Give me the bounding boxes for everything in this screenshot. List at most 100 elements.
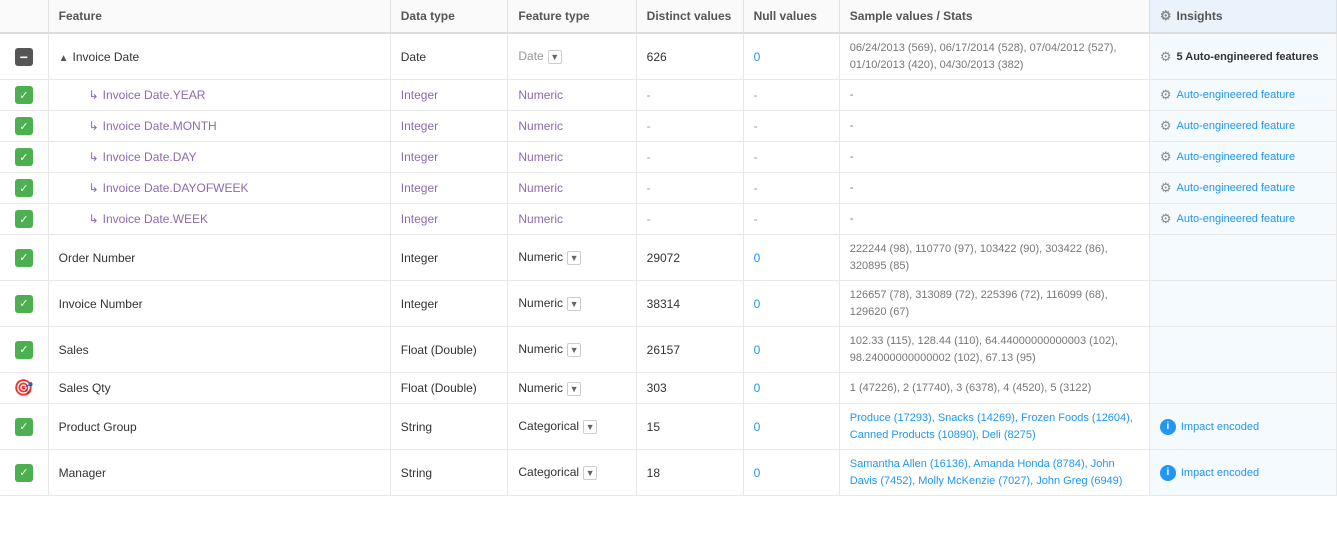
feature-name-cell: Order Number — [48, 235, 390, 281]
featuretype-cell[interactable]: Numeric — [508, 142, 636, 173]
checkbox-cell[interactable]: 🎯 — [0, 373, 48, 404]
null-value: - — [754, 88, 758, 102]
checkbox-cell[interactable]: ✓ — [0, 404, 48, 450]
datatype-cell: Integer — [390, 142, 508, 173]
insights-cell: ⚙Auto-engineered feature — [1149, 173, 1336, 204]
null-value: 0 — [754, 381, 761, 395]
distinct-values-cell: - — [636, 111, 743, 142]
featuretype-cell[interactable]: Numeric — [508, 173, 636, 204]
distinct-values-cell: 26157 — [636, 327, 743, 373]
featuretype-dropdown[interactable]: ▼ — [567, 297, 581, 311]
table-row: ✓Invoice NumberIntegerNumeric▼3831401266… — [0, 281, 1337, 327]
column-header-checkbox — [0, 0, 48, 33]
null-value: - — [754, 212, 758, 226]
distinct-values-cell: 303 — [636, 373, 743, 404]
featuretype-dropdown[interactable]: ▼ — [583, 420, 597, 434]
insights-text: Auto-engineered feature — [1177, 213, 1296, 225]
feature-checkbox[interactable]: ✓ — [15, 295, 33, 313]
sample-text: - — [850, 182, 854, 194]
checkbox-cell[interactable]: ✓ — [0, 204, 48, 235]
column-header-datatype: Data type — [390, 0, 508, 33]
checkbox-cell[interactable]: ✓ — [0, 450, 48, 496]
null-values-cell: - — [743, 80, 839, 111]
feature-name-cell: Sales — [48, 327, 390, 373]
distinct-value: - — [647, 119, 651, 133]
gear-icon: ⚙ — [1160, 211, 1172, 227]
featuretype-dropdown[interactable]: ▼ — [567, 251, 581, 265]
datatype-cell: Integer — [390, 204, 508, 235]
datatype-label: Integer — [401, 181, 438, 195]
info-icon: i — [1160, 419, 1176, 435]
distinct-values-cell: 626 — [636, 33, 743, 80]
datatype-cell: Date — [390, 33, 508, 80]
checkbox-cell[interactable]: ✓ — [0, 173, 48, 204]
table-row: ✓↳Invoice Date.WEEKIntegerNumeric---⚙Aut… — [0, 204, 1337, 235]
featuretype-cell[interactable]: Numeric▼ — [508, 327, 636, 373]
featuretype-cell[interactable]: Categorical ▼ — [508, 450, 636, 496]
table-row: −▲Invoice DateDateDate▼626006/24/2013 (5… — [0, 33, 1337, 80]
insights-cell: iImpact encoded — [1149, 450, 1336, 496]
table-row: 🎯Sales QtyFloat (Double)Numeric▼30301 (4… — [0, 373, 1337, 404]
feature-checkbox[interactable]: ✓ — [15, 179, 33, 197]
datatype-cell: Float (Double) — [390, 373, 508, 404]
datatype-label: Integer — [401, 251, 438, 265]
sample-values-cell: Samantha Allen (16136), Amanda Honda (87… — [839, 450, 1149, 496]
datatype-label: Integer — [401, 150, 438, 164]
featuretype-cell[interactable]: Numeric▼ — [508, 373, 636, 404]
feature-label: ↳Invoice Date.DAY — [59, 150, 197, 164]
featuretype-cell[interactable]: Numeric — [508, 111, 636, 142]
featuretype-cell[interactable]: Numeric — [508, 80, 636, 111]
feature-name-cell: Product Group — [48, 404, 390, 450]
table-row: ✓SalesFloat (Double)Numeric▼261570102.33… — [0, 327, 1337, 373]
featuretype-cell[interactable]: Numeric — [508, 204, 636, 235]
feature-name-cell: ↳Invoice Date.DAYOFWEEK — [48, 173, 390, 204]
feature-checkbox[interactable]: ✓ — [15, 418, 33, 436]
checkbox-cell[interactable]: ✓ — [0, 281, 48, 327]
featuretype-label: Numeric — [518, 88, 563, 102]
insights-cell — [1149, 373, 1336, 404]
feature-checkbox[interactable]: ✓ — [15, 464, 33, 482]
featuretype-label: Numeric — [518, 150, 563, 164]
insights-cell: ⚙5 Auto-engineered features — [1149, 33, 1336, 80]
collapse-button[interactable]: − — [15, 48, 33, 66]
checkbox-cell[interactable]: ✓ — [0, 235, 48, 281]
featuretype-cell[interactable]: Date ▼ — [508, 33, 636, 80]
datatype-cell: Integer — [390, 235, 508, 281]
featuretype-cell[interactable]: Categorical▼ — [508, 404, 636, 450]
checkbox-cell[interactable]: ✓ — [0, 111, 48, 142]
distinct-value: 38314 — [647, 297, 680, 311]
featuretype-dropdown[interactable]: ▼ — [567, 343, 581, 357]
feature-checkbox[interactable]: ✓ — [15, 148, 33, 166]
feature-checkbox[interactable]: ✓ — [15, 249, 33, 267]
insights-text: Auto-engineered feature — [1177, 120, 1296, 132]
column-header-sample: Sample values / Stats — [839, 0, 1149, 33]
insights-cell — [1149, 281, 1336, 327]
gear-icon: ⚙ — [1160, 118, 1172, 134]
gear-icon: ⚙ — [1160, 149, 1172, 165]
checkbox-cell[interactable]: ✓ — [0, 327, 48, 373]
feature-checkbox[interactable]: ✓ — [15, 341, 33, 359]
feature-checkbox[interactable]: ✓ — [15, 86, 33, 104]
insights-badge: iImpact encoded — [1160, 465, 1259, 481]
checkbox-cell[interactable]: ✓ — [0, 80, 48, 111]
featuretype-dropdown[interactable]: ▼ — [567, 382, 581, 396]
featuretype-dropdown[interactable]: ▼ — [583, 466, 597, 480]
featuretype-cell[interactable]: Numeric▼ — [508, 281, 636, 327]
feature-checkbox[interactable]: ✓ — [15, 210, 33, 228]
collapse-arrow[interactable]: ▲ — [59, 53, 69, 64]
featuretype-cell[interactable]: Numeric▼ — [508, 235, 636, 281]
featuretype-dropdown[interactable]: ▼ — [548, 50, 562, 64]
null-value: 0 — [754, 420, 761, 434]
featuretype-label: Date — [518, 49, 543, 63]
info-icon: i — [1160, 465, 1176, 481]
datatype-label: Float (Double) — [401, 381, 477, 395]
checkbox-cell[interactable]: ✓ — [0, 142, 48, 173]
featuretype-label: Numeric — [518, 212, 563, 226]
distinct-value: - — [647, 88, 651, 102]
datatype-label: Integer — [401, 88, 438, 102]
datatype-label: String — [401, 466, 432, 480]
checkbox-cell[interactable]: − — [0, 33, 48, 80]
sample-values-cell: - — [839, 142, 1149, 173]
featuretype-label: Categorical — [518, 465, 579, 479]
feature-checkbox[interactable]: ✓ — [15, 117, 33, 135]
